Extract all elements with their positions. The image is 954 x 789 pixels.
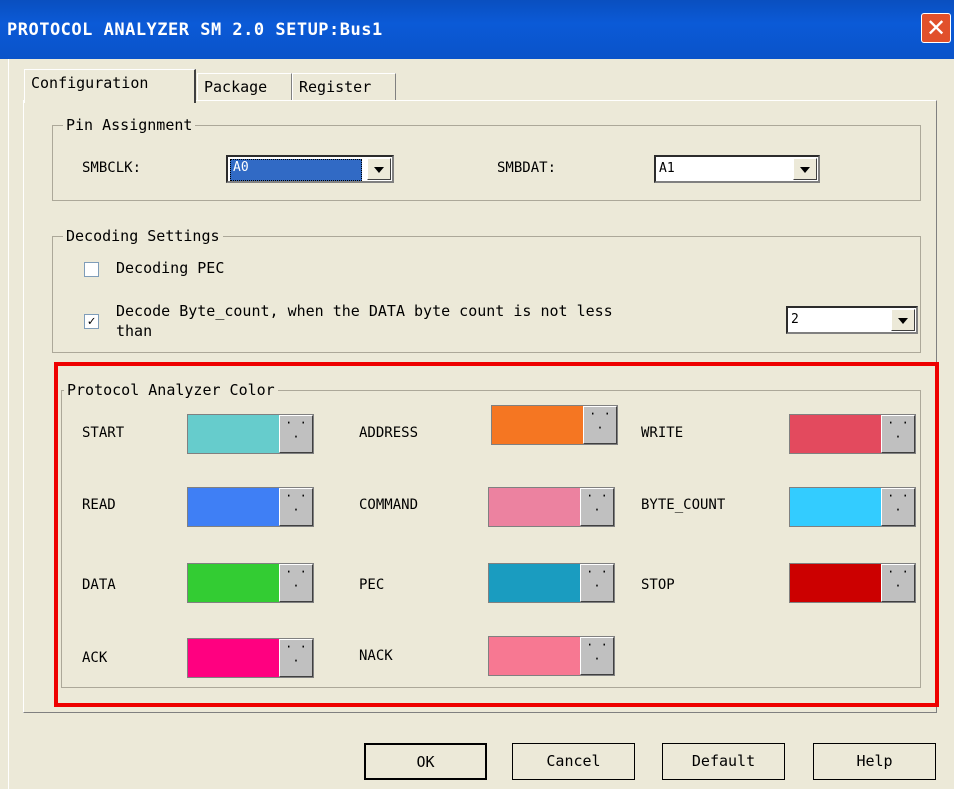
title-bar: PROTOCOL ANALYZER SM 2.0 SETUP:Bus1 ✕ — [0, 0, 954, 59]
tab-package[interactable]: Package — [197, 73, 292, 101]
help-button[interactable]: Help — [813, 743, 936, 780]
smbdat-select[interactable]: A1 — [654, 155, 820, 183]
pin-assignment-label: Pin Assignment — [63, 116, 196, 134]
decoding-pec-checkbox[interactable] — [84, 262, 99, 277]
smbclk-select[interactable]: A0 — [226, 155, 394, 183]
cancel-button-label: Cancel — [546, 752, 601, 770]
decode-bytecount-checkbox[interactable]: ✓ — [84, 314, 99, 329]
highlight-box — [54, 362, 939, 707]
window-title: PROTOCOL ANALYZER SM 2.0 SETUP:Bus1 — [7, 20, 383, 40]
bytecount-threshold-select[interactable]: 2 — [786, 306, 918, 334]
decode-bytecount-label: Decode Byte_count, when the DATA byte co… — [116, 302, 613, 320]
decoding-settings-label: Decoding Settings — [63, 227, 223, 245]
decoding-settings-group: Decoding Settings — [52, 227, 921, 353]
default-button-label: Default — [691, 752, 756, 770]
smbdat-value: A1 — [659, 161, 675, 176]
tab-register[interactable]: Register — [292, 73, 396, 101]
smbclk-value: A0 — [230, 159, 362, 181]
chevron-down-icon[interactable] — [891, 309, 915, 331]
default-button[interactable]: Default — [662, 743, 785, 780]
decoding-pec-label: Decoding PEC — [116, 259, 225, 277]
tab-configuration[interactable]: Configuration — [24, 69, 196, 103]
help-button-label: Help — [856, 752, 893, 770]
smbdat-label: SMBDAT: — [497, 160, 557, 176]
cancel-button[interactable]: Cancel — [512, 743, 635, 780]
chevron-down-icon[interactable] — [367, 158, 391, 180]
ok-button-label: OK — [416, 753, 435, 771]
chevron-down-icon[interactable] — [793, 158, 817, 180]
ok-button[interactable]: OK — [364, 743, 487, 780]
smbclk-label: SMBCLK: — [82, 160, 142, 176]
decode-bytecount-label-cont: than — [116, 322, 153, 340]
close-button[interactable]: ✕ — [921, 13, 951, 43]
bytecount-threshold-value: 2 — [791, 312, 799, 327]
